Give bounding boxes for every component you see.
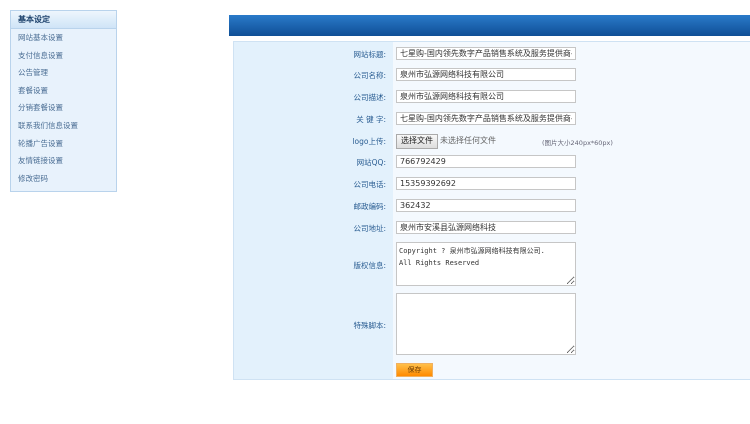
sidebar-item-packages[interactable]: 套餐设置 [11,82,116,100]
choose-file-button[interactable]: 选择文件 [396,134,438,149]
save-button[interactable]: 保存 [396,363,433,377]
sidebar: 基本设定 网站基本设置 支付信息设置 公告管理 套餐设置 分销套餐设置 联系我们… [10,10,117,192]
script-textarea[interactable] [396,293,576,355]
address-input[interactable] [396,221,576,234]
sidebar-item-announcements[interactable]: 公告管理 [11,64,116,82]
sidebar-item-carousel[interactable]: 轮播广告设置 [11,135,116,153]
label-address: 公司地址: [353,224,386,233]
file-status: 未选择任何文件 [440,136,496,145]
phone-input[interactable] [396,177,576,190]
label-logo: logo上传: [352,137,386,146]
label-phone: 公司电话: [353,180,386,189]
label-copyright: 版权信息: [353,261,386,270]
sidebar-item-distribution-packages[interactable]: 分销套餐设置 [11,99,116,117]
company-name-input[interactable] [396,68,576,81]
settings-form: 网站标题: 公司名称: 公司描述: 关 键 字: logo上传: 选择文件未选择任… [233,41,750,380]
label-keywords: 关 键 字: [356,115,386,124]
label-site-title: 网站标题: [353,50,386,59]
sidebar-item-payment[interactable]: 支付信息设置 [11,47,116,65]
header-bar [229,15,750,36]
sidebar-item-links[interactable]: 友情链接设置 [11,152,116,170]
company-desc-input[interactable] [396,90,576,103]
sidebar-item-contact[interactable]: 联系我们信息设置 [11,117,116,135]
sidebar-item-password[interactable]: 修改密码 [11,170,116,188]
label-company-name: 公司名称: [353,71,386,80]
label-company-desc: 公司描述: [353,93,386,102]
site-title-input[interactable] [396,47,576,60]
label-qq: 网站QQ: [356,158,386,167]
postcode-input[interactable] [396,199,576,212]
sidebar-title: 基本设定 [11,11,116,29]
qq-input[interactable] [396,155,576,168]
keywords-input[interactable] [396,112,576,125]
sidebar-item-site-basic[interactable]: 网站基本设置 [11,29,116,47]
label-script: 特殊脚本: [353,321,386,330]
label-postcode: 邮政编码: [353,202,386,211]
copyright-textarea[interactable]: Copyright ? 泉州市弘源网络科技有限公司. All Rights Re… [396,242,576,286]
logo-size-hint: (图片大小240px*60px) [542,139,613,147]
